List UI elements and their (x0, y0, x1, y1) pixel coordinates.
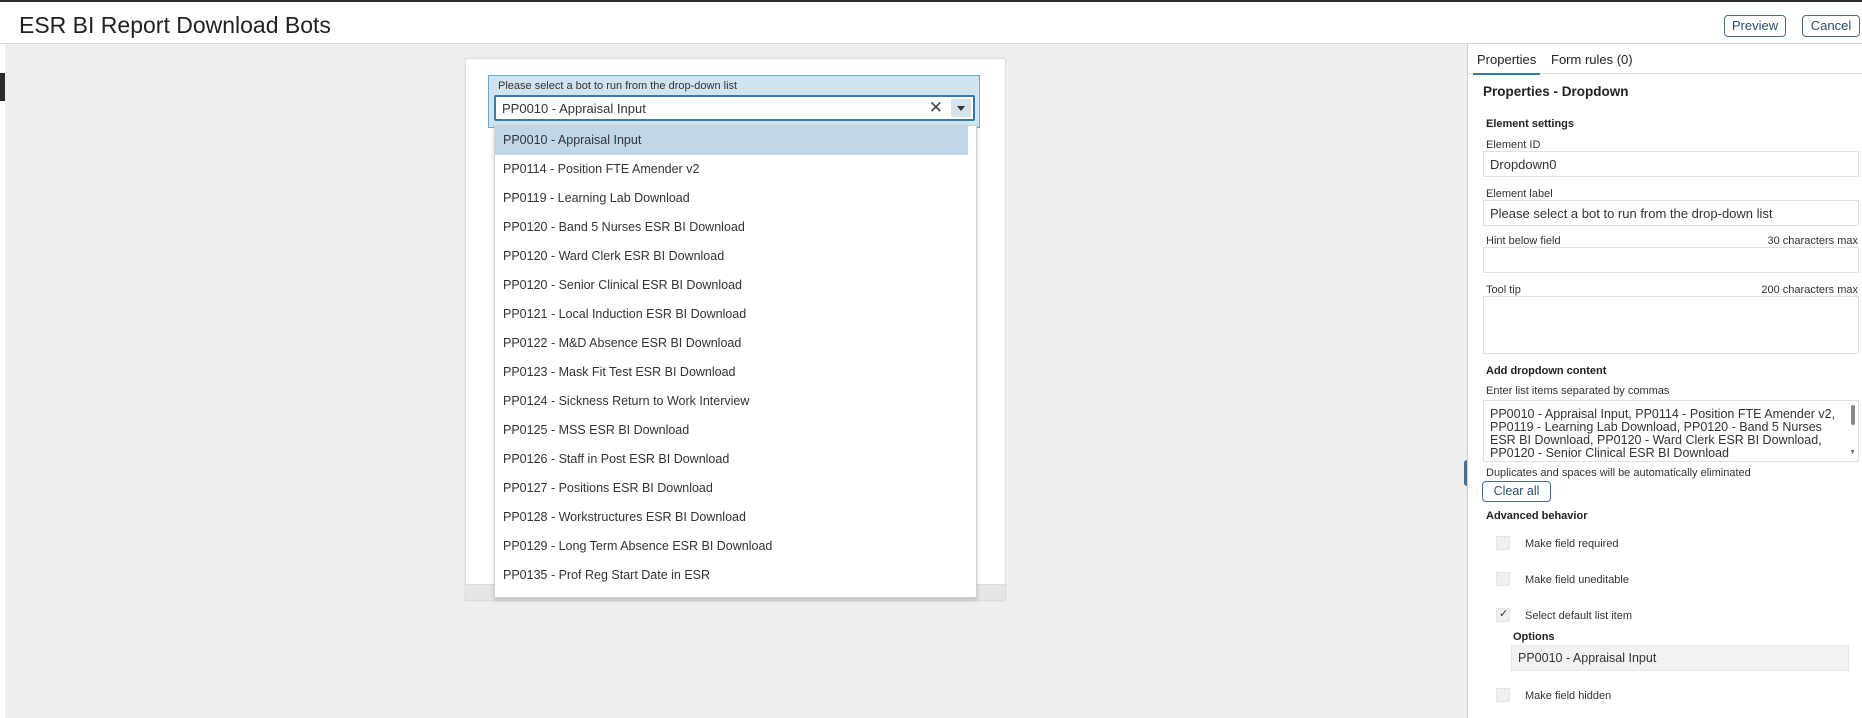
make-required-checkbox[interactable] (1496, 536, 1510, 550)
page-title: ESR BI Report Download Bots (19, 12, 331, 38)
dropdown-option[interactable]: PP0126 - Staff in Post ESR BI Download (495, 445, 968, 474)
make-hidden-label: Make field hidden (1525, 690, 1612, 702)
clear-all-button[interactable]: Clear all (1482, 481, 1551, 502)
chevron-down-icon[interactable] (951, 99, 971, 117)
dropdown-option[interactable]: PP0120 - Senior Clinical ESR BI Download (495, 271, 968, 300)
select-default-checkbox[interactable] (1496, 607, 1510, 622)
tab-properties[interactable]: Properties (1472, 52, 1541, 75)
dropdown-option[interactable]: PP0119 - Learning Lab Download (495, 184, 968, 213)
dropdown-option[interactable]: PP0135 - Prof Reg Start Date in ESR (495, 561, 968, 590)
dropdown-label: Please select a bot to run from the drop… (498, 80, 738, 92)
tooltip-field[interactable] (1483, 296, 1859, 354)
dropdown-option[interactable]: PP0127 - Positions ESR BI Download (495, 474, 968, 503)
element-id-field[interactable]: Dropdown0 (1483, 151, 1859, 177)
dropdown-selected-value: PP0010 - Appraisal Input (502, 101, 646, 116)
dropdown-option[interactable]: PP0120 - Band 5 Nurses ESR BI Download (495, 213, 968, 242)
preview-button[interactable]: Preview (1724, 15, 1786, 37)
select-default-label: Select default list item (1525, 610, 1632, 622)
element-id-label: Element ID (1486, 139, 1541, 151)
bot-dropdown[interactable]: PP0010 - Appraisal Input ✕ (494, 95, 975, 121)
list-items-text: PP0010 - Appraisal Input, PP0114 - Posit… (1490, 407, 1836, 460)
clear-icon[interactable]: ✕ (929, 99, 943, 117)
element-label-label: Element label (1486, 188, 1553, 200)
dropdown-option[interactable]: PP0120 - Ward Clerk ESR BI Download (495, 242, 968, 271)
dropdown-option[interactable]: PP0122 - M&D Absence ESR BI Download (495, 329, 968, 358)
advanced-heading: Advanced behavior (1486, 510, 1588, 522)
textarea-scrollbar[interactable] (1851, 405, 1855, 425)
dropdown-element[interactable]: Please select a bot to run from the drop… (488, 75, 980, 128)
dropdown-option[interactable]: PP0124 - Sickness Return to Work Intervi… (495, 387, 968, 416)
panel-title: Properties - Dropdown (1483, 84, 1629, 99)
tab-form-rules[interactable]: Form rules (0) (1551, 52, 1633, 67)
add-content-heading: Add dropdown content (1486, 365, 1607, 377)
dropdown-option[interactable]: PP0125 - MSS ESR BI Download (495, 416, 968, 445)
hint-label: Hint below field (1486, 235, 1561, 247)
list-items-label: Enter list items separated by commas (1486, 385, 1670, 397)
cancel-button[interactable]: Cancel (1802, 15, 1860, 37)
app-header: ESR BI Report Download Bots Preview Canc… (0, 2, 1862, 44)
dropdown-option[interactable]: PP0123 - Mask Fit Test ESR BI Download (495, 358, 968, 387)
scroll-down-icon[interactable]: ▼ (1849, 446, 1856, 459)
tooltip-char-limit: 200 characters max (1761, 284, 1858, 296)
hint-field[interactable] (1483, 247, 1859, 273)
make-hidden-checkbox[interactable] (1496, 688, 1510, 702)
dropdown-option[interactable]: PP0128 - Workstructures ESR BI Download (495, 503, 968, 532)
dropdown-option[interactable]: PP0114 - Position FTE Amender v2 (495, 155, 968, 184)
make-uneditable-label: Make field uneditable (1525, 574, 1629, 586)
make-uneditable-checkbox[interactable] (1496, 572, 1510, 586)
dropdown-option[interactable]: PP0121 - Local Induction ESR BI Download (495, 300, 968, 329)
dropdown-option[interactable]: PP0129 - Long Term Absence ESR BI Downlo… (495, 532, 968, 561)
dropdown-options-list[interactable]: PP0010 - Appraisal Input PP0114 - Positi… (494, 125, 977, 598)
default-option-field[interactable]: PP0010 - Appraisal Input (1511, 645, 1849, 671)
panel-tabs: Properties Form rules (0) (1468, 44, 1862, 75)
duplicates-note: Duplicates and spaces will be automatica… (1486, 467, 1751, 479)
hint-char-limit: 30 characters max (1767, 235, 1858, 247)
properties-panel: Properties Form rules (0) Properties - D… (1467, 44, 1862, 718)
element-settings-heading: Element settings (1486, 118, 1575, 130)
list-items-textarea[interactable]: PP0010 - Appraisal Input, PP0114 - Posit… (1483, 400, 1859, 462)
tooltip-label: Tool tip (1486, 284, 1521, 296)
options-label: Options (1513, 631, 1555, 643)
make-required-label: Make field required (1525, 538, 1619, 550)
element-label-field[interactable]: Please select a bot to run from the drop… (1483, 200, 1859, 226)
dropdown-option[interactable]: PP0010 - Appraisal Input (495, 126, 968, 155)
